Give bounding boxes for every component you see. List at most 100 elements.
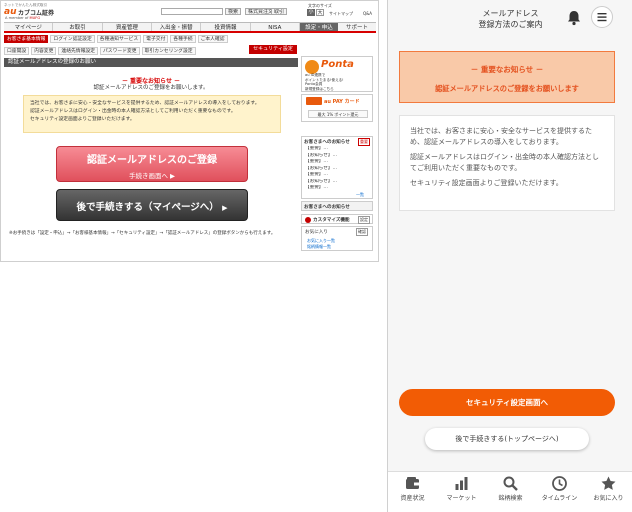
- subnav-procedures[interactable]: 各種手続: [170, 35, 196, 43]
- trade-button[interactable]: 取引: [271, 8, 288, 15]
- search-icon: [503, 476, 518, 491]
- tab-assets-label: 資産状況: [400, 495, 425, 502]
- customize-label: カスタマイズ機能: [313, 218, 350, 223]
- tab-assets[interactable]: 資産状況: [388, 472, 437, 510]
- notices-panel: お客さまへのお知らせ 重要 【重要】… 【お知らせ】… 【重要】… 【お知らせ】…: [301, 136, 373, 199]
- menu-icon[interactable]: [591, 6, 613, 28]
- member-label: A member of MUFG: [5, 16, 41, 20]
- main-nav: マイページ お取引 資産管理 入出金・振替 投資情報 NISA: [4, 22, 300, 33]
- subnav-notify[interactable]: 各種通知サービス: [96, 35, 142, 43]
- later-mypage-button[interactable]: 後で手続きする（マイページへ） ▶: [56, 189, 248, 221]
- ponta-logo: Ponta: [321, 59, 354, 70]
- subnav2-password[interactable]: パスワード変更: [100, 47, 140, 55]
- mobile-notice-body: 認証メールアドレスのご登録をお願いします: [435, 84, 579, 93]
- subnav-e-delivery[interactable]: 電子交付: [143, 35, 169, 43]
- mobile-message-card: 当社では、お客さまに安心・安全なサービスを提供するため、認証メールアドレスの導入…: [399, 115, 615, 211]
- subnav-login-auth[interactable]: ログイン認証設定: [50, 35, 95, 43]
- clock-icon: [552, 476, 567, 491]
- nav-mypage[interactable]: マイページ: [4, 23, 54, 31]
- mobile-notice-heading: － 重要なお知らせ －: [470, 65, 544, 74]
- notices-list: 【重要】… 【お知らせ】… 【重要】… 【お知らせ】… 【重要】… 【お知らせ】…: [302, 146, 372, 192]
- nav-assets[interactable]: 資産管理: [103, 23, 152, 31]
- subnav-security[interactable]: セキュリティ設定: [249, 45, 297, 54]
- register-email-button[interactable]: 認証メールアドレスのご登録 手続き画面へ ▶: [56, 146, 248, 182]
- mobile-para-3: セキュリティ設定画面よりご登録いただけます。: [410, 179, 563, 187]
- mobile-para-1: 当社では、お客さまに安心・安全なサービスを提供するため、認証メールアドレスの導入…: [410, 127, 592, 146]
- notice-item[interactable]: 【重要】…: [302, 185, 372, 192]
- arrow-right-icon: ▶: [222, 204, 228, 212]
- nav-settings[interactable]: 設定・申込: [300, 23, 338, 31]
- tab-market[interactable]: マーケット: [437, 472, 486, 510]
- wallet-icon: [406, 477, 419, 489]
- notices-badge: 重要: [358, 138, 370, 146]
- sub-nav-1: お客さま基本情報 ログイン認証設定 各種通知サービス 電子交付 各種手続 ご本人…: [4, 35, 300, 43]
- tab-timeline-label: タイムライン: [541, 495, 578, 502]
- ponta-banner[interactable]: Ponta au ID連携で ポイントたまる!使える! Ponta会員 新規登録…: [301, 56, 373, 92]
- favorites-button[interactable]: 確認: [356, 228, 368, 236]
- notice-line-3: セキュリティ設定画面よりご登録いただけます。: [30, 117, 135, 122]
- mobile-screen: メールアドレス 登録方法のご案内 － 重要なお知らせ － 認証メールアドレスのご…: [387, 0, 632, 512]
- tab-favorites-label: お気に入り: [593, 495, 624, 502]
- mobile-notice-box: － 重要なお知らせ － 認証メールアドレスのご登録をお願いします: [399, 51, 615, 103]
- bottom-tab-bar: 資産状況 マーケット 銘柄検索 タイムライン お気に入り: [388, 471, 632, 512]
- arrow-right-icon: ▶: [170, 172, 176, 180]
- notice-subheading: 認証メールアドレスのご登録をお願いします。: [93, 85, 209, 91]
- search-button[interactable]: 検索: [225, 8, 242, 15]
- notices-more-link[interactable]: 一覧: [356, 192, 364, 198]
- aupay-button[interactable]: 最大 1% ポイント還元: [308, 110, 368, 118]
- later-top-page-button[interactable]: 後で手続きする(トップページへ): [425, 428, 589, 450]
- bell-icon[interactable]: [564, 8, 584, 28]
- font-large-button[interactable]: 大: [316, 9, 324, 16]
- main-nav-right: 設定・申込 サポート: [300, 22, 376, 33]
- tab-favorites[interactable]: お気に入り: [584, 472, 632, 510]
- tab-search-label: 銘柄検索: [498, 495, 523, 502]
- star-icon: [601, 476, 616, 490]
- nav-support[interactable]: サポート: [338, 23, 376, 31]
- customize-icon: [305, 217, 311, 223]
- tab-search[interactable]: 銘柄検索: [486, 472, 535, 510]
- nav-nisa[interactable]: NISA: [251, 23, 300, 31]
- favorites-label: お気に入り: [305, 230, 328, 235]
- page-title: 認証メールアドレスの登録のお願い: [4, 58, 298, 67]
- ponta-text: au ID連携で ポイントたまる!使える! Ponta会員 新規登録はこちら: [305, 73, 344, 91]
- notice-line-2: 認証メールアドレスはログイン・出金時の本人確認方法としてご利用いただく重要なもの…: [30, 109, 236, 114]
- nav-deposit[interactable]: 入出金・振替: [152, 23, 202, 31]
- sub-nav-2: 口座開設 内容変更 連絡先情報設定 パスワード変更 取引カンセリング設定: [4, 47, 244, 55]
- notices2-title: お客さまへのお知らせ: [304, 205, 350, 210]
- customize-settings-button[interactable]: 設定: [358, 216, 370, 224]
- later-button-label: 後で手続きする（マイページへ） ▶: [76, 202, 228, 213]
- search-input[interactable]: [161, 8, 223, 15]
- tab-market-label: マーケット: [446, 495, 477, 502]
- subnav-basic-info[interactable]: お客さま基本情報: [4, 35, 49, 43]
- qa-link[interactable]: Q&A: [363, 11, 372, 16]
- notices-title: お客さまへのお知らせ: [304, 140, 350, 145]
- aupay-card-icon: [306, 97, 322, 105]
- notices2-header: お客さまへのお知らせ: [301, 201, 373, 211]
- bar-chart-icon: [455, 477, 468, 490]
- register-button-label: 認証メールアドレスのご登録: [87, 155, 217, 166]
- subnav2-counseling[interactable]: 取引カンセリング設定: [141, 47, 196, 55]
- security-settings-button[interactable]: セキュリティ設定画面へ: [399, 389, 615, 416]
- ponta-raccoon-icon: [305, 60, 319, 74]
- register-button-sub: 手続き画面へ ▶: [128, 172, 176, 180]
- aupay-banner[interactable]: au PAY カード 最大 1% ポイント還元: [301, 94, 373, 122]
- nav-trade[interactable]: お取引: [53, 23, 103, 31]
- favorites-item[interactable]: 銘柄情報一覧: [307, 244, 331, 250]
- favorites-panel: お気に入り 確認 お気に入り一覧 銘柄情報一覧: [301, 226, 373, 251]
- font-small-button[interactable]: 小: [307, 9, 315, 16]
- notice-line-1: 当社では、お客さまに安心・安全なサービスを提供するため、認証メールアドレスの導入…: [30, 101, 260, 106]
- tab-timeline[interactable]: タイムライン: [535, 472, 584, 510]
- nav-investment-info[interactable]: 投資情報: [201, 23, 251, 31]
- subnav2-change[interactable]: 内容変更: [31, 47, 57, 55]
- subnav2-open[interactable]: 口座開設: [4, 47, 30, 55]
- aupay-label: au PAY カード: [324, 99, 360, 105]
- subnav-identity[interactable]: ご本人確認: [197, 35, 228, 43]
- desktop-screen: ネットでかんたん株式取引 au カブコム証券 A member of MUFG …: [0, 0, 379, 262]
- mobile-header: メールアドレス 登録方法のご案内: [388, 0, 632, 40]
- footnote: ※お手続きは「設定・申込」→「お客様基本情報」→「セキュリティ設定」→「認証メー…: [9, 231, 276, 236]
- mobile-para-2: 認証メールアドレスはログイン・出金時の本人確認方法としてご利用いただく重要なもの…: [410, 153, 599, 172]
- notice-box: 当社では、お客さまに安心・安全なサービスを提供するため、認証メールアドレスの導入…: [23, 95, 281, 133]
- sitemap-link[interactable]: サイトマップ: [329, 11, 353, 17]
- subnav2-contact[interactable]: 連絡先情報設定: [58, 47, 98, 55]
- customize-bar: カスタマイズ機能 設定: [301, 214, 373, 224]
